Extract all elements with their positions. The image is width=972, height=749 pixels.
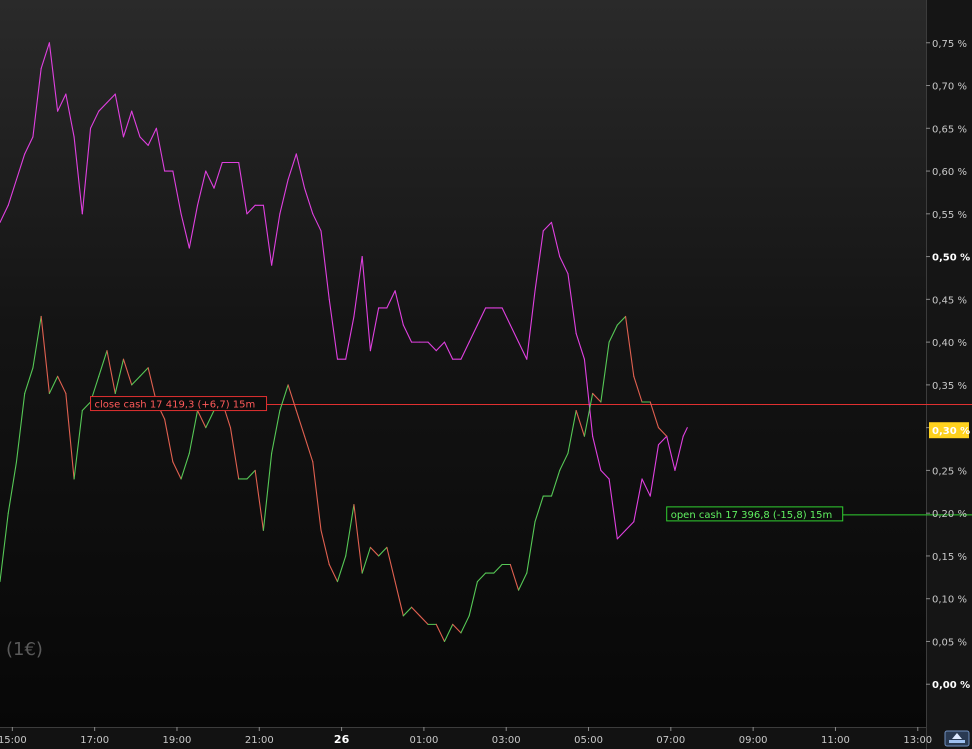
watermark-text: (1€) bbox=[6, 639, 43, 660]
plot-background bbox=[0, 0, 926, 727]
y-tick-label: 0,45 % bbox=[932, 295, 967, 306]
chart-canvas[interactable]: (1€) 0,75 % 0,70 % 0,65 % 0,60 % 0,55 % 0,50 … bbox=[0, 0, 972, 749]
y-tick-label: 0,35 % bbox=[932, 381, 967, 392]
x-axis-panel bbox=[0, 727, 926, 749]
x-tick-label: 21:00 bbox=[245, 735, 274, 746]
y-tick-label: 0,50 % bbox=[932, 253, 970, 264]
scroll-to-latest-icon[interactable] bbox=[944, 730, 970, 747]
y-tick-label: 0,20 % bbox=[932, 509, 967, 520]
x-tick-label: 07:00 bbox=[656, 735, 685, 746]
x-tick-label: 03:00 bbox=[492, 735, 521, 746]
x-tick-label: 19:00 bbox=[163, 735, 192, 746]
last-value-text: 0,30 % bbox=[932, 426, 970, 437]
price-chart[interactable]: (1€) 0,75 % 0,70 % 0,65 % 0,60 % 0,55 % 0,50 … bbox=[0, 0, 972, 749]
x-tick-label: 13:00 bbox=[903, 735, 932, 746]
y-tick-label: 0,40 % bbox=[932, 338, 967, 349]
y-tick-label: 0,25 % bbox=[932, 466, 967, 477]
y-tick-label: 0,65 % bbox=[932, 124, 967, 135]
y-tick-label: 0,15 % bbox=[932, 552, 967, 563]
x-tick-label: 11:00 bbox=[821, 735, 850, 746]
x-tick-label: 17:00 bbox=[80, 735, 109, 746]
x-tick-label: 01:00 bbox=[409, 735, 438, 746]
y-tick-label: 0,75 % bbox=[932, 39, 967, 50]
y-tick-label: 0,05 % bbox=[932, 637, 967, 648]
x-tick-label: 05:00 bbox=[574, 735, 603, 746]
x-tick-label: 15:00 bbox=[0, 735, 27, 746]
x-tick-label: 09:00 bbox=[739, 735, 768, 746]
y-tick-label: 0,70 % bbox=[932, 82, 967, 93]
x-tick-label: 26 bbox=[334, 733, 350, 746]
y-tick-label: 0,55 % bbox=[932, 210, 967, 221]
reference-label: open cash 17 396,8 (-15,8) 15m bbox=[671, 510, 833, 521]
y-tick-label: 0,00 % bbox=[932, 680, 970, 691]
y-tick-label: 0,10 % bbox=[932, 595, 967, 606]
reference-label: close cash 17 419,3 (+6,7) 15m bbox=[95, 400, 256, 411]
y-tick-label: 0,60 % bbox=[932, 167, 967, 178]
